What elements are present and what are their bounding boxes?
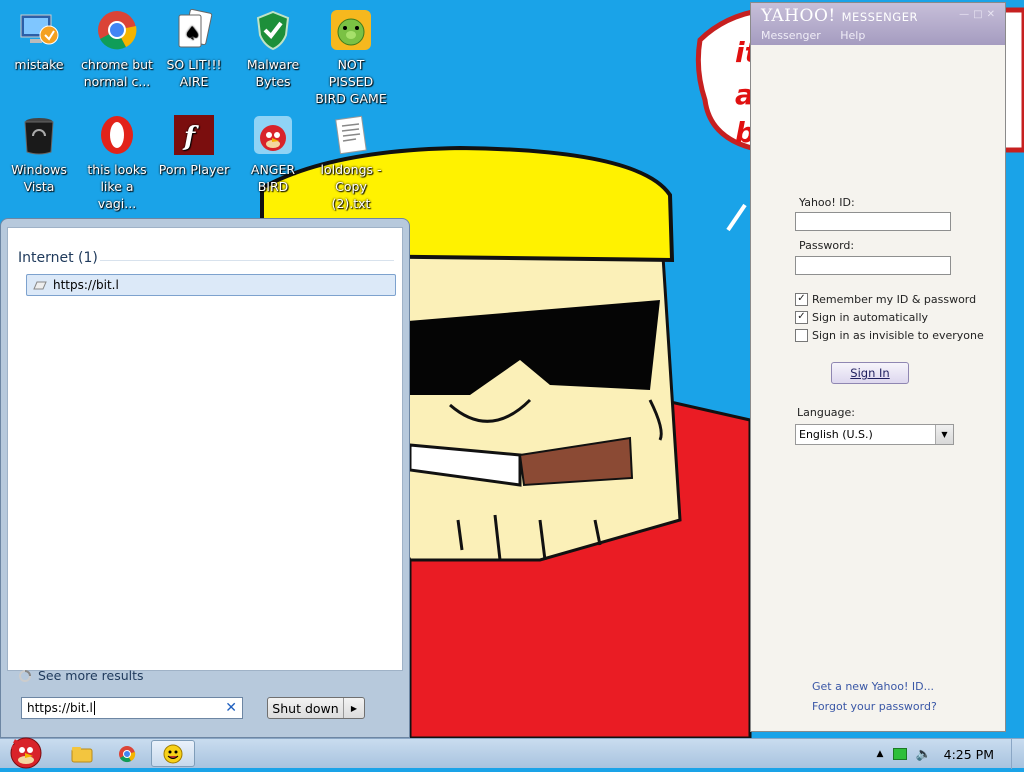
shutdown-label: Shut down <box>272 700 339 716</box>
web-link-icon <box>33 281 47 290</box>
taskbar: ▲ 🔈 4:25 PM <box>0 737 1024 769</box>
shutdown-options-arrow-icon[interactable]: ▶ <box>343 698 364 718</box>
yahoo-id-label: Yahoo! ID: <box>799 196 855 209</box>
see-more-label: See more results <box>38 668 144 683</box>
search-result-label: https://bit.l <box>53 278 119 292</box>
auto-signin-checkbox-box[interactable]: ✓ <box>795 311 808 324</box>
taskbar-yahoo-messenger[interactable] <box>151 740 195 767</box>
folder-icon <box>71 746 93 762</box>
remember-label: Remember my ID & password <box>812 293 977 306</box>
desktop: it a b mistake chrome but normal c... ♠ <box>0 0 1024 738</box>
invisible-label: Sign in as invisible to everyone <box>812 329 984 342</box>
get-new-id-link[interactable]: Get a new Yahoo! ID... <box>812 680 934 693</box>
pig-icon <box>329 8 373 52</box>
sign-in-button[interactable]: Sign In <box>831 362 909 384</box>
text-file-icon <box>329 113 373 157</box>
menu-messenger[interactable]: Messenger <box>761 29 821 42</box>
text-caret <box>93 701 95 715</box>
desktop-icon-opera[interactable]: this looks like a vagi... <box>80 113 154 212</box>
network-icon[interactable] <box>893 748 908 760</box>
search-result-item[interactable]: https://bit.l <box>26 274 396 296</box>
start-menu: Internet (1) https://bit.l See more resu… <box>0 218 410 738</box>
see-more-results-link[interactable]: See more results <box>18 668 144 683</box>
system-tray: ▲ 🔈 4:25 PM <box>877 739 1024 769</box>
desktop-icon-bird-game[interactable]: NOT PISSED BIRD GAME <box>314 8 388 107</box>
clock[interactable]: 4:25 PM <box>944 747 994 762</box>
trash-icon <box>17 113 61 157</box>
clear-search-icon[interactable]: ✕ <box>225 700 237 716</box>
language-value: English (U.S.) <box>799 428 873 441</box>
show-desktop-button[interactable] <box>1011 739 1024 769</box>
yahoo-titlebar[interactable]: YAHOO! MESSENGER —□✕ Messenger Help <box>751 3 1005 45</box>
desktop-icon-text-file[interactable]: loldongs - Copy (2).txt <box>314 113 388 212</box>
shutdown-button[interactable]: Shut down ▶ <box>267 697 365 719</box>
menu-help[interactable]: Help <box>840 29 865 42</box>
remember-checkbox[interactable]: ✓ Remember my ID & password <box>795 293 976 306</box>
chrome-icon <box>119 745 136 762</box>
auto-signin-label: Sign in automatically <box>812 311 929 324</box>
opera-icon <box>95 113 139 157</box>
volume-icon[interactable]: 🔈 <box>915 747 931 762</box>
search-results-panel: Internet (1) https://bit.l See more resu… <box>7 227 403 683</box>
yahoo-menubar: Messenger Help <box>761 29 881 42</box>
chrome-icon <box>95 8 139 52</box>
taskbar-explorer[interactable] <box>60 740 104 767</box>
language-select[interactable]: English (U.S.) ▼ <box>795 424 954 445</box>
dropdown-arrow-icon[interactable]: ▼ <box>935 425 953 444</box>
language-label: Language: <box>797 406 855 419</box>
window-controls: —□✕ <box>959 9 999 20</box>
desktop-icon-solitaire[interactable]: ♠ SO LIT!!! AIRE <box>157 8 231 90</box>
internet-section-header: Internet (1) <box>18 250 98 266</box>
shield-icon <box>251 8 295 52</box>
yahoo-product: MESSENGER <box>841 10 918 24</box>
maximize-icon[interactable]: □ <box>973 9 986 20</box>
desktop-icon-malwarebytes[interactable]: Malware Bytes <box>236 8 310 90</box>
yahoo-smiley-icon <box>163 744 183 763</box>
desktop-icon-windows-vista[interactable]: Windows Vista <box>2 113 76 195</box>
show-hidden-icons-icon[interactable]: ▲ <box>877 749 884 759</box>
flash-icon: f <box>172 113 216 157</box>
minimize-icon[interactable]: — <box>959 9 973 20</box>
yahoo-messenger-window: YAHOO! MESSENGER —□✕ Messenger Help Yaho… <box>750 2 1006 732</box>
password-input[interactable] <box>795 256 951 275</box>
angry-bird-icon <box>251 113 295 157</box>
yahoo-brand: YAHOO! <box>761 6 836 26</box>
busy-spinner-icon <box>19 669 31 682</box>
password-label: Password: <box>799 239 855 252</box>
yahoo-title: YAHOO! MESSENGER <box>761 6 918 26</box>
start-search-input[interactable]: https://bit.l ✕ <box>21 697 243 719</box>
svg-text:♠: ♠ <box>184 23 200 44</box>
desktop-icon-anger-bird[interactable]: ANGER BIRD <box>236 113 310 195</box>
search-input-value: https://bit.l <box>27 701 93 715</box>
desktop-icon-mistake[interactable]: mistake <box>2 8 76 73</box>
taskbar-chrome[interactable] <box>105 740 149 767</box>
desktop-icon-flash-player[interactable]: f Porn Player <box>157 113 231 178</box>
invisible-checkbox[interactable]: Sign in as invisible to everyone <box>795 329 984 342</box>
forgot-password-link[interactable]: Forgot your password? <box>812 700 937 713</box>
start-button[interactable] <box>4 731 46 769</box>
yahoo-id-input[interactable] <box>795 212 951 231</box>
invisible-checkbox-box[interactable] <box>795 329 808 342</box>
computer-icon <box>17 8 61 52</box>
section-divider <box>100 260 394 261</box>
cards-icon: ♠ <box>172 8 216 52</box>
close-icon[interactable]: ✕ <box>987 9 999 20</box>
desktop-icon-chrome[interactable]: chrome but normal c... <box>80 8 154 90</box>
auto-signin-checkbox[interactable]: ✓ Sign in automatically <box>795 311 928 324</box>
remember-checkbox-box[interactable]: ✓ <box>795 293 808 306</box>
angry-bird-start-icon <box>10 737 42 769</box>
